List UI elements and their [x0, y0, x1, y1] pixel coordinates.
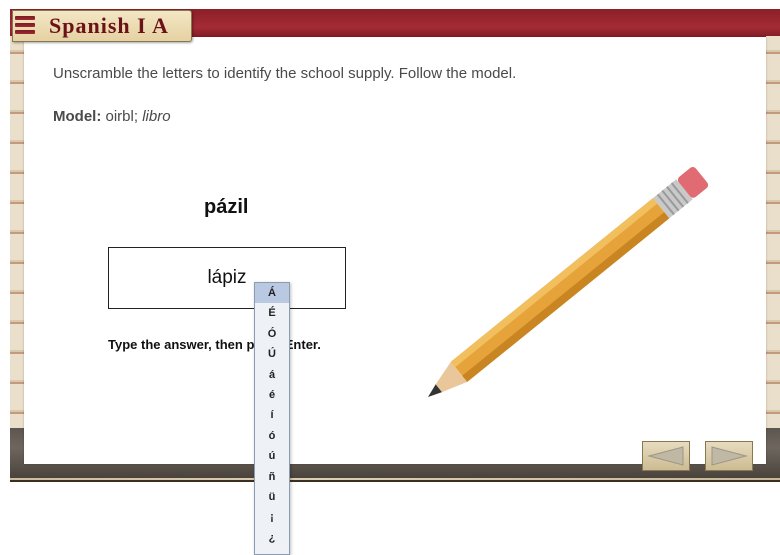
instruction-text: Unscramble the letters to identify the s…	[53, 65, 517, 82]
frame-right-pages	[766, 36, 780, 428]
pencil-illustration	[428, 167, 709, 397]
accent-item[interactable]: Á	[255, 283, 289, 304]
accent-item[interactable]: Ó	[255, 324, 289, 344]
answer-input[interactable]	[108, 247, 346, 309]
title-tab: Spanish I A	[12, 10, 192, 42]
accent-item[interactable]: ñ	[255, 467, 289, 487]
accent-item[interactable]: á	[255, 365, 289, 385]
hamburger-menu-icon[interactable]	[15, 16, 35, 38]
accent-item[interactable]: í	[255, 405, 289, 425]
app-title: Spanish I A	[49, 13, 169, 38]
accent-character-popup: Á É Ó Ú á é í ó ú ñ ü ¡ ¿	[254, 282, 290, 555]
next-button[interactable]	[705, 441, 753, 471]
accent-item[interactable]: ó	[255, 426, 289, 446]
accent-item[interactable]: ú	[255, 446, 289, 466]
accent-item[interactable]: ¡	[255, 507, 289, 527]
arrow-left-icon	[647, 446, 684, 466]
accent-item[interactable]: ü	[255, 487, 289, 507]
accent-item[interactable]: ¿	[255, 528, 289, 548]
frame-left-pages	[10, 36, 24, 428]
scrambled-word: pázil	[204, 196, 249, 218]
accent-item[interactable]: é	[255, 385, 289, 405]
arrow-right-icon	[711, 446, 748, 466]
model-label: Model:	[53, 108, 102, 125]
model-example: Model: oirbl; libro	[53, 108, 171, 125]
accent-item[interactable]: Ú	[255, 344, 289, 364]
model-answer: libro	[142, 108, 171, 125]
previous-button[interactable]	[642, 441, 690, 471]
model-scrambled: oirbl;	[105, 108, 139, 125]
accent-item[interactable]: É	[255, 303, 289, 323]
pencil-body	[450, 198, 670, 382]
